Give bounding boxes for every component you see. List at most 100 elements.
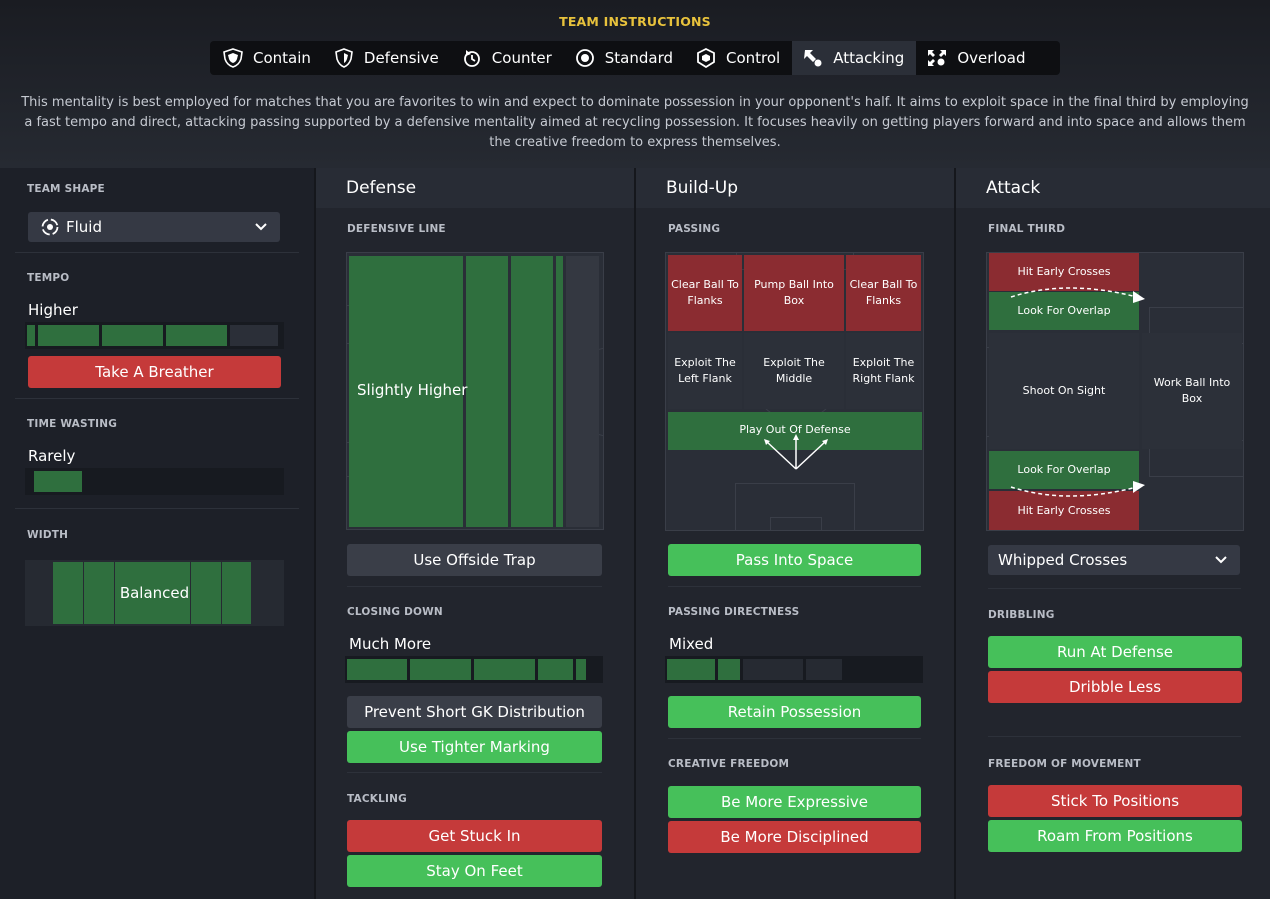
mentality-tabs: Contain Defensive Counter Standard Contr… <box>210 41 1060 75</box>
tab-contain[interactable]: Contain <box>212 41 323 75</box>
run-at-defense-button[interactable]: Run At Defense <box>988 636 1242 668</box>
closing-down-slider[interactable] <box>345 656 603 683</box>
exploit-right-flank-zone[interactable]: Exploit The Right Flank <box>846 333 921 409</box>
retain-possession-button[interactable]: Retain Possession <box>668 696 921 728</box>
tab-standard[interactable]: Standard <box>564 41 685 75</box>
divider <box>988 736 1241 737</box>
defensive-line-label: DEFENSIVE LINE <box>347 223 446 235</box>
closing-down-value: Much More <box>349 635 432 653</box>
passing-directness-bar-segment <box>667 659 715 680</box>
tempo-value: Higher <box>28 301 78 319</box>
arrow-icon <box>802 48 824 68</box>
tab-label: Overload <box>957 49 1026 67</box>
tab-control[interactable]: Control <box>685 41 792 75</box>
closing-down-bar-segment <box>347 659 407 680</box>
tempo-label: TEMPO <box>27 272 70 284</box>
dribble-less-button[interactable]: Dribble Less <box>988 671 1242 703</box>
passing-directness-bar-segment-empty <box>743 659 803 680</box>
target-icon <box>574 48 596 68</box>
time-wasting-slider[interactable] <box>25 468 284 495</box>
width-label: WIDTH <box>27 529 69 541</box>
cross-arrow-bottom-icon <box>1010 481 1145 497</box>
defense-header: Defense <box>316 168 634 208</box>
tab-counter[interactable]: Counter <box>451 41 564 75</box>
defensive-line-pitch[interactable]: Slightly Higher <box>346 252 604 530</box>
divider <box>988 588 1241 589</box>
passing-directness-label: PASSING DIRECTNESS <box>668 606 800 618</box>
time-wasting-bar-segment <box>34 471 82 492</box>
shoot-on-sight-zone[interactable]: Shoot On Sight <box>989 333 1139 449</box>
tab-overload[interactable]: Overload <box>916 41 1037 75</box>
width-pitch[interactable]: Balanced <box>25 560 284 626</box>
final-third-pitch: Hit Early Crosses Look For Overlap Shoot… <box>986 252 1244 531</box>
defensive-line-empty <box>566 256 599 527</box>
be-more-expressive-button[interactable]: Be More Expressive <box>668 786 921 818</box>
passing-directness-slider[interactable] <box>665 656 923 683</box>
closing-down-bar-segment <box>410 659 471 680</box>
defensive-line-fill <box>556 256 563 527</box>
team-shape-value: Fluid <box>66 218 102 236</box>
divider <box>668 586 921 587</box>
divider <box>347 772 602 773</box>
tempo-slider[interactable] <box>25 322 284 349</box>
clear-ball-to-flanks-right-zone[interactable]: Clear Ball To Flanks <box>846 255 921 331</box>
closing-down-bar-segment <box>474 659 535 680</box>
closing-down-bar-segment <box>538 659 573 680</box>
divider <box>347 586 602 587</box>
divider <box>15 252 299 253</box>
attack-header: Attack <box>956 168 1270 208</box>
team-shape-label: TEAM SHAPE <box>27 183 105 195</box>
tab-label: Counter <box>491 49 552 67</box>
cross-arrow-top-icon <box>1010 287 1145 303</box>
passing-directness-value: Mixed <box>669 635 714 653</box>
time-wasting-label: TIME WASTING <box>27 418 118 430</box>
tab-label: Defensive <box>363 49 439 67</box>
tab-attacking[interactable]: Attacking <box>792 41 917 75</box>
divider <box>15 398 299 399</box>
counter-icon <box>461 48 483 68</box>
time-wasting-value: Rarely <box>28 447 76 465</box>
shield-icon <box>333 48 355 68</box>
closing-down-label: CLOSING DOWN <box>347 606 443 618</box>
tempo-bar-segment <box>38 325 99 346</box>
closing-down-bar-segment <box>576 659 586 680</box>
passing-arrows-icon <box>764 434 828 470</box>
page-title: TEAM INSTRUCTIONS <box>559 14 711 29</box>
pump-ball-into-box-zone[interactable]: Pump Ball Into Box <box>744 255 844 331</box>
team-shape-dropdown[interactable]: Fluid <box>28 212 280 242</box>
chevron-down-icon <box>254 220 268 234</box>
take-a-breather-button[interactable]: Take A Breather <box>28 356 281 388</box>
exploit-middle-zone[interactable]: Exploit The Middle <box>744 333 844 409</box>
six-yard-box <box>770 517 822 530</box>
pass-into-space-button[interactable]: Pass Into Space <box>668 544 921 576</box>
chevron-down-icon <box>1214 553 1228 567</box>
defensive-line-fill <box>466 256 508 527</box>
tab-label: Standard <box>604 49 673 67</box>
dribbling-label: DRIBBLING <box>988 609 1055 621</box>
width-value: Balanced <box>119 584 190 602</box>
stick-to-positions-button[interactable]: Stick To Positions <box>988 785 1242 817</box>
tab-defensive[interactable]: Defensive <box>323 41 451 75</box>
crossing-style-dropdown[interactable]: Whipped Crosses <box>988 545 1240 575</box>
be-more-disciplined-button[interactable]: Be More Disciplined <box>668 821 921 853</box>
tab-label: Contain <box>253 49 311 67</box>
tackling-label: TACKLING <box>347 793 407 805</box>
roam-from-positions-button[interactable]: Roam From Positions <box>988 820 1242 852</box>
tab-label: Control <box>726 49 781 67</box>
tempo-bar-segment-empty <box>230 325 278 346</box>
prevent-short-gk-distribution-button[interactable]: Prevent Short GK Distribution <box>347 696 602 728</box>
shield-icon <box>222 48 244 68</box>
overload-icon <box>926 48 948 68</box>
defensive-line-fill <box>511 256 553 527</box>
creative-freedom-label: CREATIVE FREEDOM <box>668 758 790 770</box>
mentality-description: This mentality is best employed for matc… <box>21 95 1249 150</box>
get-stuck-in-button[interactable]: Get Stuck In <box>347 820 602 852</box>
buildup-header: Build-Up <box>636 168 954 208</box>
work-ball-into-box-zone[interactable]: Work Ball Into Box <box>1142 333 1242 449</box>
use-offside-trap-button[interactable]: Use Offside Trap <box>347 544 602 576</box>
use-tighter-marking-button[interactable]: Use Tighter Marking <box>347 731 602 763</box>
exploit-left-flank-zone[interactable]: Exploit The Left Flank <box>668 333 742 409</box>
stay-on-feet-button[interactable]: Stay On Feet <box>347 855 602 887</box>
clear-ball-to-flanks-left-zone[interactable]: Clear Ball To Flanks <box>668 255 742 331</box>
freedom-of-movement-label: FREEDOM OF MOVEMENT <box>988 758 1141 770</box>
